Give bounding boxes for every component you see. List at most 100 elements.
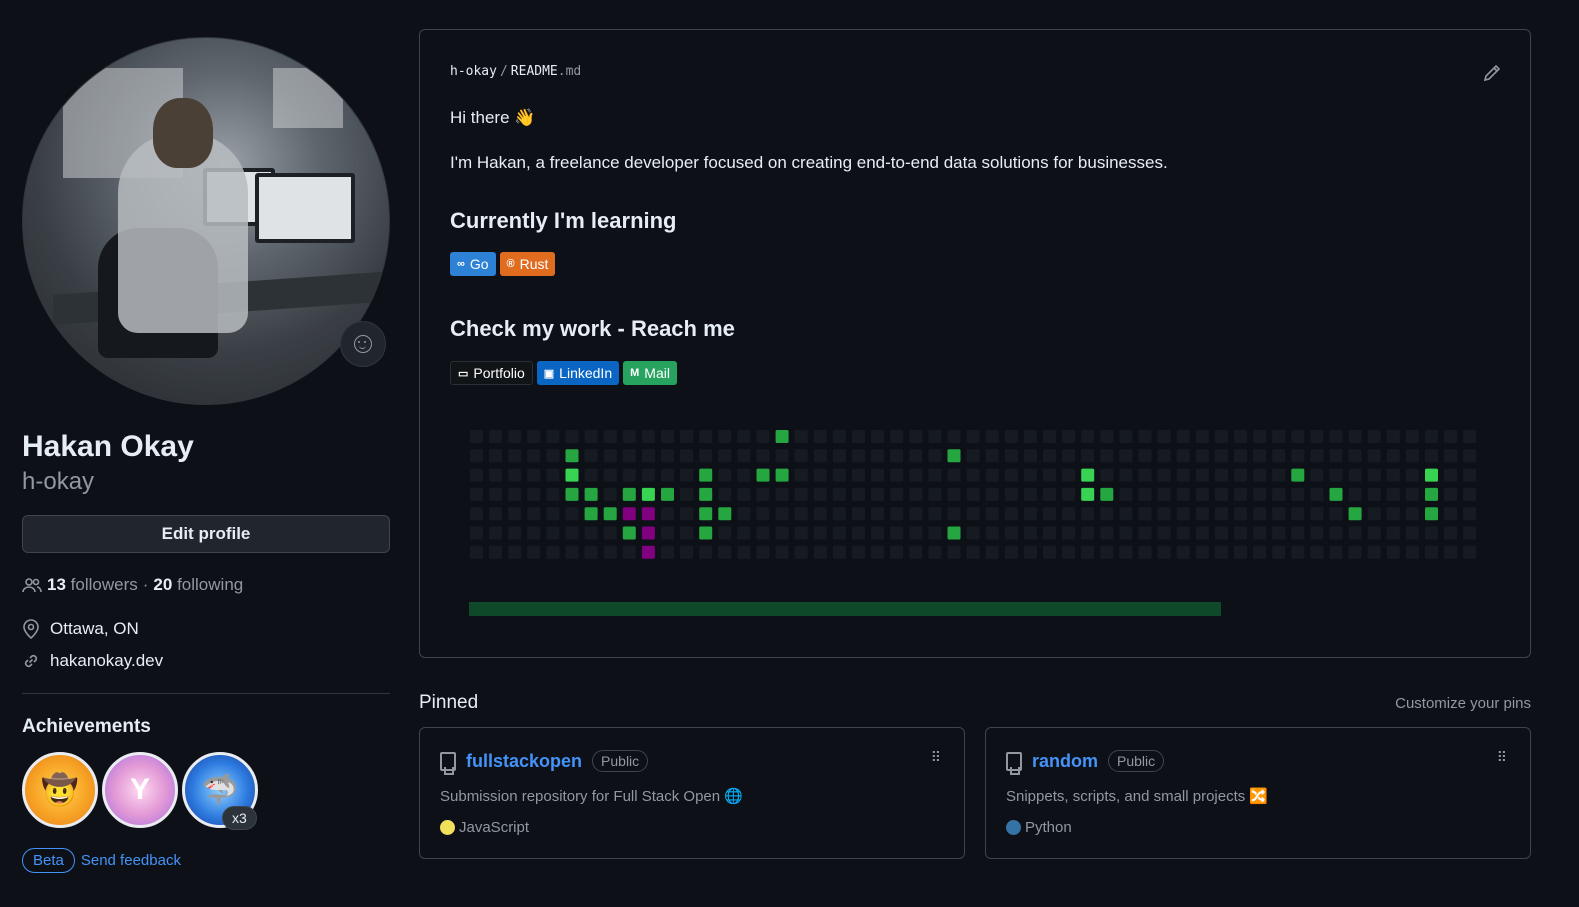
contribution-cell	[1062, 507, 1076, 521]
linkedin-badge[interactable]: ▣ LinkedIn	[536, 361, 620, 385]
location-icon	[23, 619, 39, 639]
website-link[interactable]: hakanokay.dev	[50, 651, 163, 671]
yolo-icon[interactable]: Y	[102, 752, 178, 828]
contribution-cell	[1425, 545, 1438, 559]
contribution-cell	[890, 545, 904, 559]
avatar-monitor	[255, 173, 355, 243]
contribution-cell	[699, 449, 713, 463]
contribution-cell	[1138, 545, 1152, 559]
customize-pins-link[interactable]: Customize your pins	[1395, 695, 1531, 712]
contribution-cell	[1214, 526, 1228, 540]
contribution-cell	[1367, 468, 1381, 482]
contribution-cell	[852, 449, 865, 463]
contribution-cell	[775, 507, 789, 521]
follow-stats: 13 followers · 20 following	[22, 575, 390, 595]
contribution-cell	[1272, 468, 1286, 482]
location-text: Ottawa, ON	[50, 619, 139, 638]
contribution-cell	[1425, 487, 1438, 501]
contribution-cell	[775, 545, 789, 559]
contribution-cell	[1004, 430, 1018, 443]
contribution-cell	[1386, 526, 1400, 540]
contribution-cell	[1100, 468, 1114, 482]
contribution-cell	[966, 449, 980, 463]
contribution-cell	[852, 487, 865, 501]
contribution-cell	[1310, 526, 1324, 540]
achievements-title: Achievements	[22, 716, 151, 737]
drag-handle-icon[interactable]: ⠿	[931, 750, 941, 764]
contribution-cell	[947, 449, 961, 463]
send-feedback-link[interactable]: Send feedback	[81, 852, 181, 869]
contribution-cell	[1062, 468, 1076, 482]
contribution-cell	[1081, 430, 1095, 443]
contribution-cell	[1253, 449, 1267, 463]
edit-profile-button[interactable]: Edit profile	[22, 515, 390, 553]
repo-name-link[interactable]: fullstackopen	[466, 751, 582, 772]
contribution-cell	[1367, 507, 1381, 521]
contribution-cell	[603, 507, 617, 521]
contribution-cell	[1043, 487, 1056, 501]
contribution-cell	[871, 507, 885, 521]
set-status-button[interactable]	[340, 321, 386, 367]
contribution-cell	[718, 545, 732, 559]
edit-readme-icon[interactable]	[1482, 63, 1502, 83]
readme-card: h-okay / README.md Hi there 👋 I'm Hakan, a…	[419, 29, 1531, 658]
contribution-cell	[1291, 487, 1305, 501]
contribution-cell	[661, 526, 674, 540]
language-label: JavaScript	[459, 819, 530, 836]
go-badge[interactable]: ∞ Go	[450, 252, 496, 276]
contribution-cell	[699, 430, 713, 443]
contribution-cell	[1425, 449, 1438, 463]
contribution-cell	[565, 487, 579, 501]
contribution-cell	[1463, 468, 1477, 482]
readme-file-link[interactable]: README.md	[511, 64, 581, 79]
contribution-cell	[527, 430, 541, 443]
contribution-cell	[1157, 430, 1171, 443]
contribution-cell	[508, 526, 522, 540]
contribution-cell	[680, 545, 694, 559]
contribution-cell	[1329, 487, 1343, 501]
contribution-cell	[947, 507, 961, 521]
contribution-cell	[1004, 449, 1018, 463]
contribution-cell	[909, 526, 923, 540]
rust-badge[interactable]: ® Rust	[499, 252, 556, 276]
readme-owner-link[interactable]: h-okay	[450, 64, 497, 79]
contribution-cell	[985, 507, 999, 521]
contribution-cell	[1119, 449, 1133, 463]
contribution-cell	[546, 487, 560, 501]
followers-link[interactable]: 13 followers	[47, 575, 138, 595]
contribution-cell	[1023, 487, 1037, 501]
contribution-cell	[489, 430, 503, 443]
following-link[interactable]: 20 following	[153, 575, 243, 595]
contribution-cell	[1043, 468, 1056, 482]
contribution-cell	[1062, 449, 1076, 463]
contribution-cell	[1367, 526, 1381, 540]
portfolio-badge[interactable]: ▭ Portfolio	[450, 361, 533, 385]
contribution-cell	[641, 526, 655, 540]
contribution-cell	[584, 545, 598, 559]
contribution-cell	[527, 468, 541, 482]
contribution-cell	[1119, 526, 1133, 540]
avatar[interactable]	[22, 37, 390, 405]
contribution-cell	[1081, 449, 1095, 463]
contribution-cell	[737, 526, 751, 540]
contribution-cell	[1425, 507, 1438, 521]
contribution-cell	[489, 468, 503, 482]
contribution-cell	[966, 430, 980, 443]
contribution-cell	[1119, 430, 1133, 443]
mail-badge[interactable]: M Mail	[623, 361, 677, 385]
dev-icon: ▭	[458, 367, 469, 380]
contribution-cell	[584, 526, 598, 540]
contribution-cell	[737, 545, 751, 559]
contribution-cell	[470, 507, 483, 521]
contribution-cell	[775, 449, 789, 463]
pull-shark-icon[interactable]: 🤠	[22, 752, 98, 828]
repo-name-link[interactable]: random	[1032, 751, 1098, 772]
contribution-cell	[641, 487, 655, 501]
contribution-cell	[1405, 545, 1419, 559]
contribution-cell	[1348, 526, 1362, 540]
contribution-cell	[565, 430, 579, 443]
drag-handle-icon[interactable]: ⠿	[1497, 750, 1507, 764]
contribution-cell	[1367, 487, 1381, 501]
contribution-cell	[1234, 487, 1247, 501]
contribution-cell	[794, 526, 808, 540]
